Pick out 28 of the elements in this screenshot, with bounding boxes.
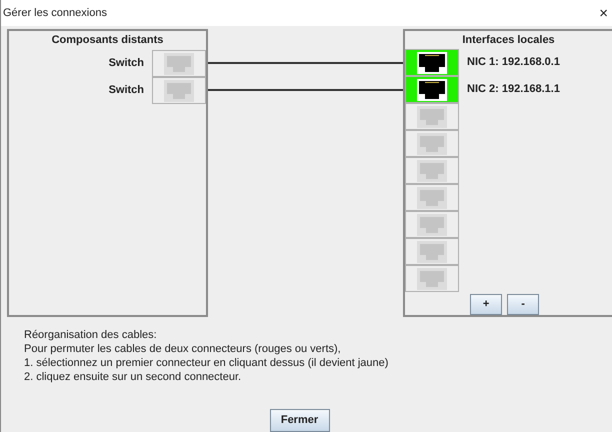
connector-slot[interactable] — [405, 76, 460, 103]
ethernet-port-icon — [417, 106, 448, 128]
panel-title: Interfaces locales — [462, 32, 555, 48]
help-text: 1. sélectionnez un premier connecteur en cliquant dessus (il devient jaune) — [24, 357, 388, 370]
ethernet-port-icon — [417, 268, 448, 290]
ethernet-port-icon — [417, 186, 448, 208]
interface-label: NIC 2: 192.168.1.1 — [467, 82, 560, 98]
help-text: Réorganisation des cables: — [24, 329, 157, 342]
help-text: Pour permuter les cables de deux connecteurs (rouges ou verts), — [24, 343, 341, 356]
window-title: Gérer les connexions — [3, 6, 107, 21]
ethernet-port-icon — [417, 52, 448, 74]
panel-title: Composants distants — [52, 33, 164, 48]
ethernet-port-icon — [417, 160, 448, 182]
ethernet-port-icon — [164, 52, 194, 74]
interface-label: NIC 1: 192.168.0.1 — [467, 55, 560, 70]
connector-slot[interactable] — [405, 49, 460, 76]
ethernet-port-icon — [417, 132, 448, 154]
ethernet-port-icon — [417, 214, 448, 236]
add-button[interactable]: + — [470, 294, 502, 315]
close-dialog-button[interactable]: Fermer — [270, 409, 330, 432]
help-text: 2. cliquez ensuite sur un second connecteur. — [24, 371, 242, 384]
ethernet-port-icon — [417, 78, 448, 100]
close-button[interactable]: × — [599, 6, 608, 20]
remove-button[interactable]: - — [507, 294, 540, 315]
component-label: Switch — [108, 83, 144, 98]
ethernet-port-icon — [164, 80, 194, 102]
component-label: Switch — [108, 56, 144, 72]
ethernet-port-icon — [417, 240, 448, 262]
